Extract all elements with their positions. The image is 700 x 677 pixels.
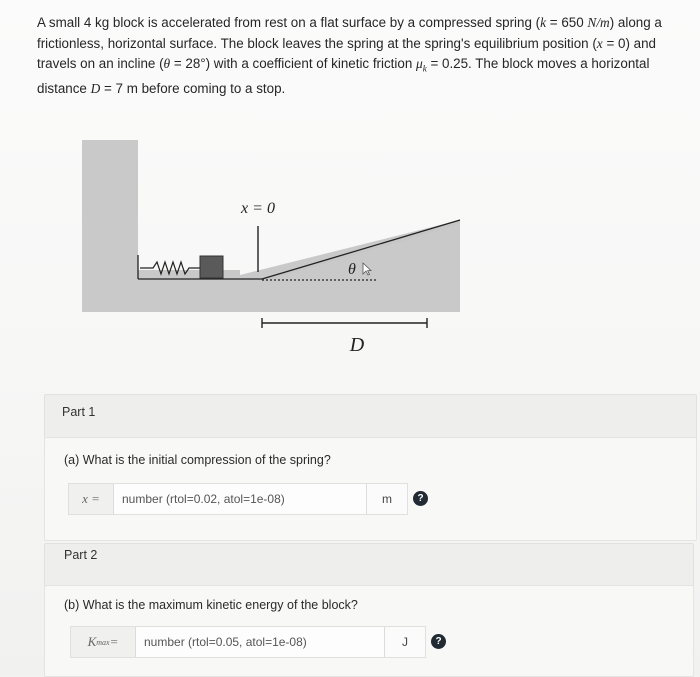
part-1-unit: m [366, 484, 407, 514]
part-2-unit: J [384, 627, 425, 657]
part-2-help-icon[interactable]: ? [431, 634, 446, 649]
equilibrium-label: x = 0 [240, 200, 275, 217]
part-2-answer-input[interactable]: number (rtol=0.05, atol=1e-08) [136, 627, 384, 657]
part-2-answer-row: Kmax = number (rtol=0.05, atol=1e-08) J [70, 626, 426, 658]
ground-shape [82, 140, 460, 312]
problem-line-2: frictionless, horizontal surface. The bl… [37, 35, 656, 51]
block [199, 255, 224, 279]
part-2-label: Part 2 [64, 548, 98, 562]
theta-label: θ [348, 261, 356, 278]
part-1-variable-label: x = [69, 484, 114, 514]
problem-line-4: distance D = 7 m before coming to a stop… [37, 81, 286, 97]
distance-label: D [349, 334, 365, 356]
problem-page: A small 4 kg block is accelerated from r… [0, 0, 700, 677]
problem-line-3: travels on an incline (θ = 28°) with a c… [37, 56, 650, 74]
problem-statement: A small 4 kg block is accelerated from r… [37, 13, 677, 100]
part-1-label: Part 1 [62, 405, 96, 419]
problem-figure: x = 0 θ D [82, 140, 461, 356]
part-1-answer-input[interactable]: number (rtol=0.02, atol=1e-08) [114, 484, 366, 514]
part-1-help-icon[interactable]: ? [413, 491, 428, 506]
part-2-variable-label: Kmax = [71, 627, 136, 657]
part-1-answer-row: x = number (rtol=0.02, atol=1e-08) m [68, 483, 408, 515]
problem-line-1: A small 4 kg block is accelerated from r… [37, 15, 662, 30]
part-2-question: (b) What is the maximum kinetic energy o… [64, 598, 358, 612]
part-1-question: (a) What is the initial compression of t… [64, 453, 331, 467]
